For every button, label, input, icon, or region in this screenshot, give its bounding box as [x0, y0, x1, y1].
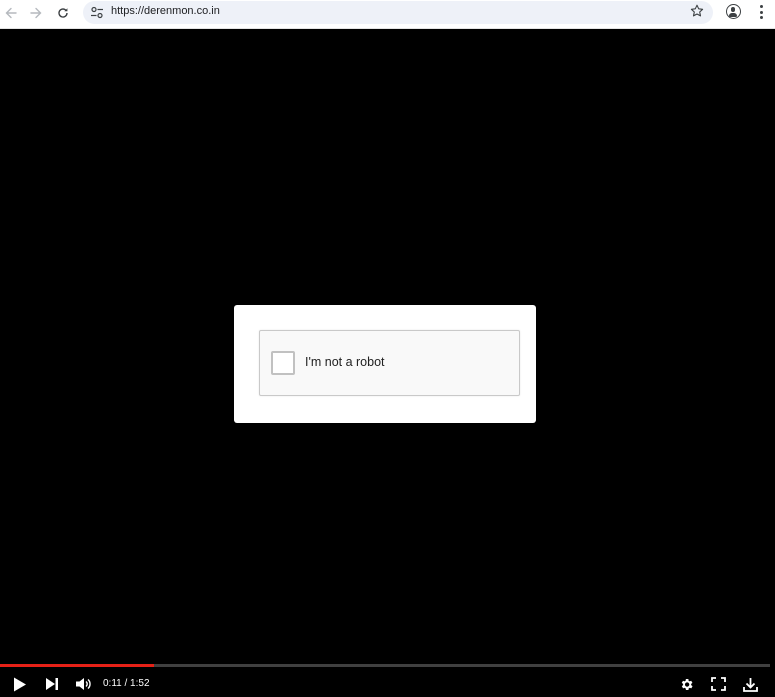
- tune-icon[interactable]: [90, 6, 104, 19]
- three-dots-vertical-icon[interactable]: [759, 5, 763, 19]
- forward-button[interactable]: [25, 2, 47, 24]
- account-circle-icon[interactable]: [726, 4, 741, 19]
- volume-button[interactable]: [74, 675, 94, 693]
- arrow-right-icon: [30, 7, 42, 19]
- download-button[interactable]: [741, 675, 759, 693]
- progress-bar[interactable]: [0, 664, 770, 667]
- settings-icon: [681, 678, 693, 690]
- captcha-label: I'm not a robot: [305, 355, 385, 369]
- fullscreen-button[interactable]: [709, 675, 727, 693]
- captcha-widget: I'm not a robot: [259, 330, 520, 396]
- fullscreen-icon: [710, 677, 726, 691]
- progress-fill: [0, 664, 154, 667]
- next-button[interactable]: [43, 675, 61, 693]
- next-icon: [46, 678, 58, 690]
- reload-button[interactable]: [52, 2, 74, 24]
- download-icon: [742, 677, 758, 692]
- back-button[interactable]: [0, 2, 22, 24]
- url-text[interactable]: https://derenmon.co.in: [111, 5, 220, 17]
- reload-icon: [58, 8, 68, 18]
- captcha-checkbox[interactable]: [271, 351, 295, 375]
- address-bar[interactable]: https://derenmon.co.in: [83, 1, 713, 24]
- captcha-card: I'm not a robot: [234, 305, 536, 423]
- time-display: 0:11 / 1:52: [103, 678, 150, 689]
- settings-button[interactable]: [677, 675, 695, 693]
- arrow-left-icon: [5, 7, 17, 19]
- play-icon: [14, 677, 26, 691]
- play-button[interactable]: [11, 675, 29, 693]
- browser-toolbar: https://derenmon.co.in: [0, 0, 775, 29]
- volume-icon: [76, 678, 91, 690]
- star-icon[interactable]: [690, 4, 704, 18]
